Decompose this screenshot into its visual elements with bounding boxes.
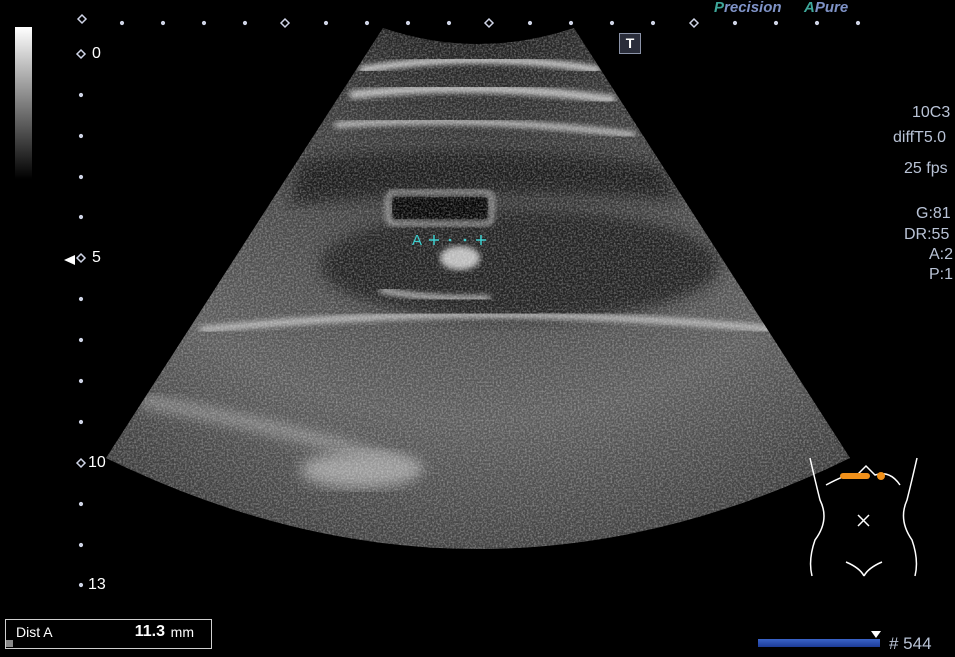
lateral-scale <box>76 13 861 29</box>
frame-counter: # 544 <box>889 634 932 653</box>
cine-position-icon[interactable] <box>871 631 881 639</box>
measurement-value: 11.3 <box>134 623 165 640</box>
caliper-label: A <box>412 232 423 249</box>
measurement-result-box[interactable]: Dist A 11.3 mm <box>5 619 212 649</box>
measurement-label: Dist A <box>16 624 53 640</box>
measurement-corner-marker <box>6 640 13 647</box>
cine-progress-bar[interactable] <box>758 639 880 647</box>
depth-label-0: 0 <box>92 45 101 62</box>
dynamic-range-label: DR:55 <box>904 226 950 243</box>
focus-marker-icon[interactable] <box>64 255 75 265</box>
depth-ruler <box>75 48 87 588</box>
a-value-label: A:2 <box>929 246 954 263</box>
grayscale-bar <box>15 27 32 179</box>
depth-label-13: 13 <box>88 576 106 593</box>
depth-label-10: 10 <box>88 454 106 471</box>
apure-logo: APure <box>804 0 849 16</box>
precision-logo: Precision <box>714 0 782 16</box>
probe-label: 10C3 <box>912 104 951 121</box>
text-annotation-button[interactable]: T <box>619 33 641 54</box>
transducer-position-marker[interactable] <box>840 472 885 480</box>
depth-label-5: 5 <box>92 249 101 266</box>
measurement-unit: mm <box>170 624 194 640</box>
ultrasound-image <box>15 13 918 588</box>
p-value-label: P:1 <box>929 266 954 283</box>
preset-label: diffT5.0 <box>893 129 947 146</box>
frame-rate-label: 25 fps <box>904 160 948 177</box>
gain-label: G:81 <box>916 205 951 222</box>
